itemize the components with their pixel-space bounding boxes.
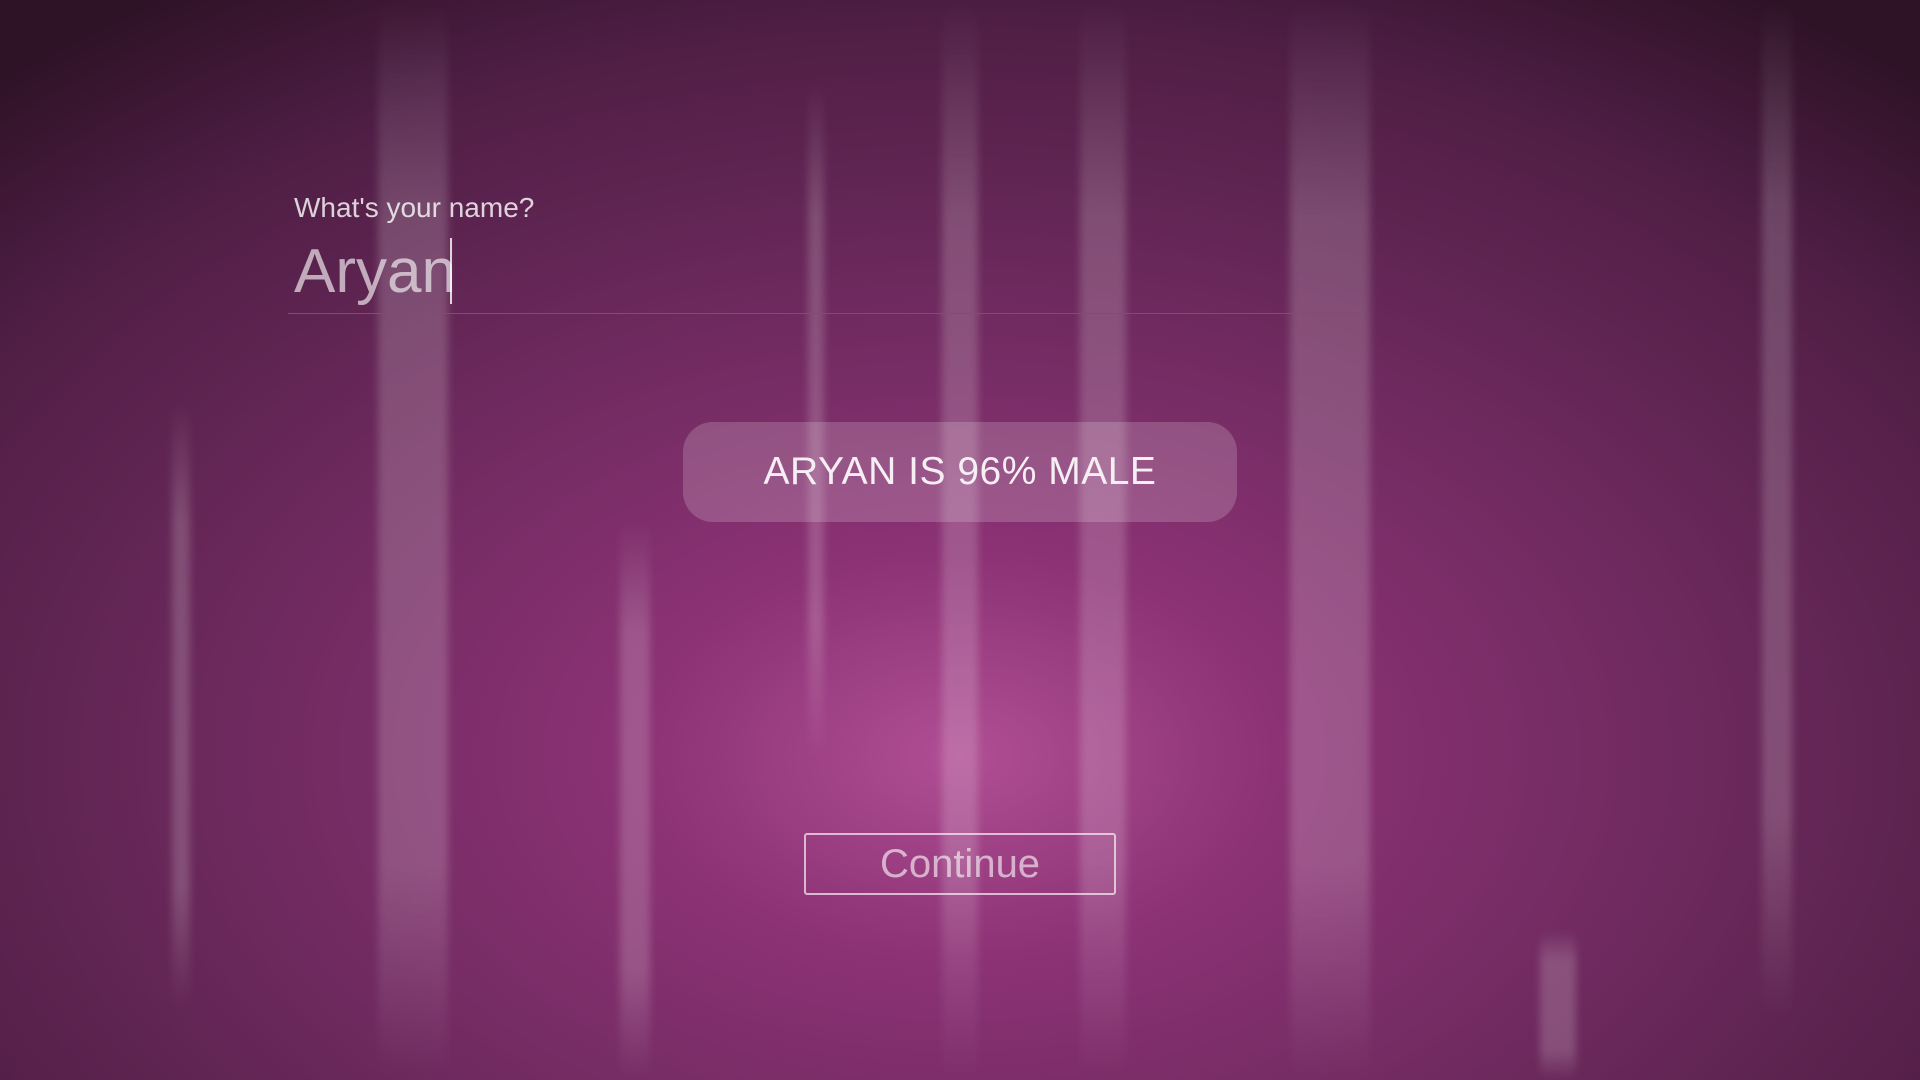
light-streak [1762,0,1792,1020]
light-streak [808,80,824,760]
light-streak [1540,930,1576,1080]
light-streak [942,0,978,1080]
light-streak [378,0,448,1080]
name-prompt-label: What's your name? [294,192,535,223]
continue-button[interactable]: Continue [804,833,1116,895]
light-streak [1080,0,1126,1080]
background-light-streaks [0,0,1920,1080]
light-streak [620,520,650,1080]
light-streak [1290,0,1370,1080]
gender-result-text: ARYAN IS 96% MALE [763,450,1157,493]
light-streak [172,400,190,1010]
text-caret [450,238,452,304]
gender-result-badge: ARYAN IS 96% MALE [683,422,1237,522]
